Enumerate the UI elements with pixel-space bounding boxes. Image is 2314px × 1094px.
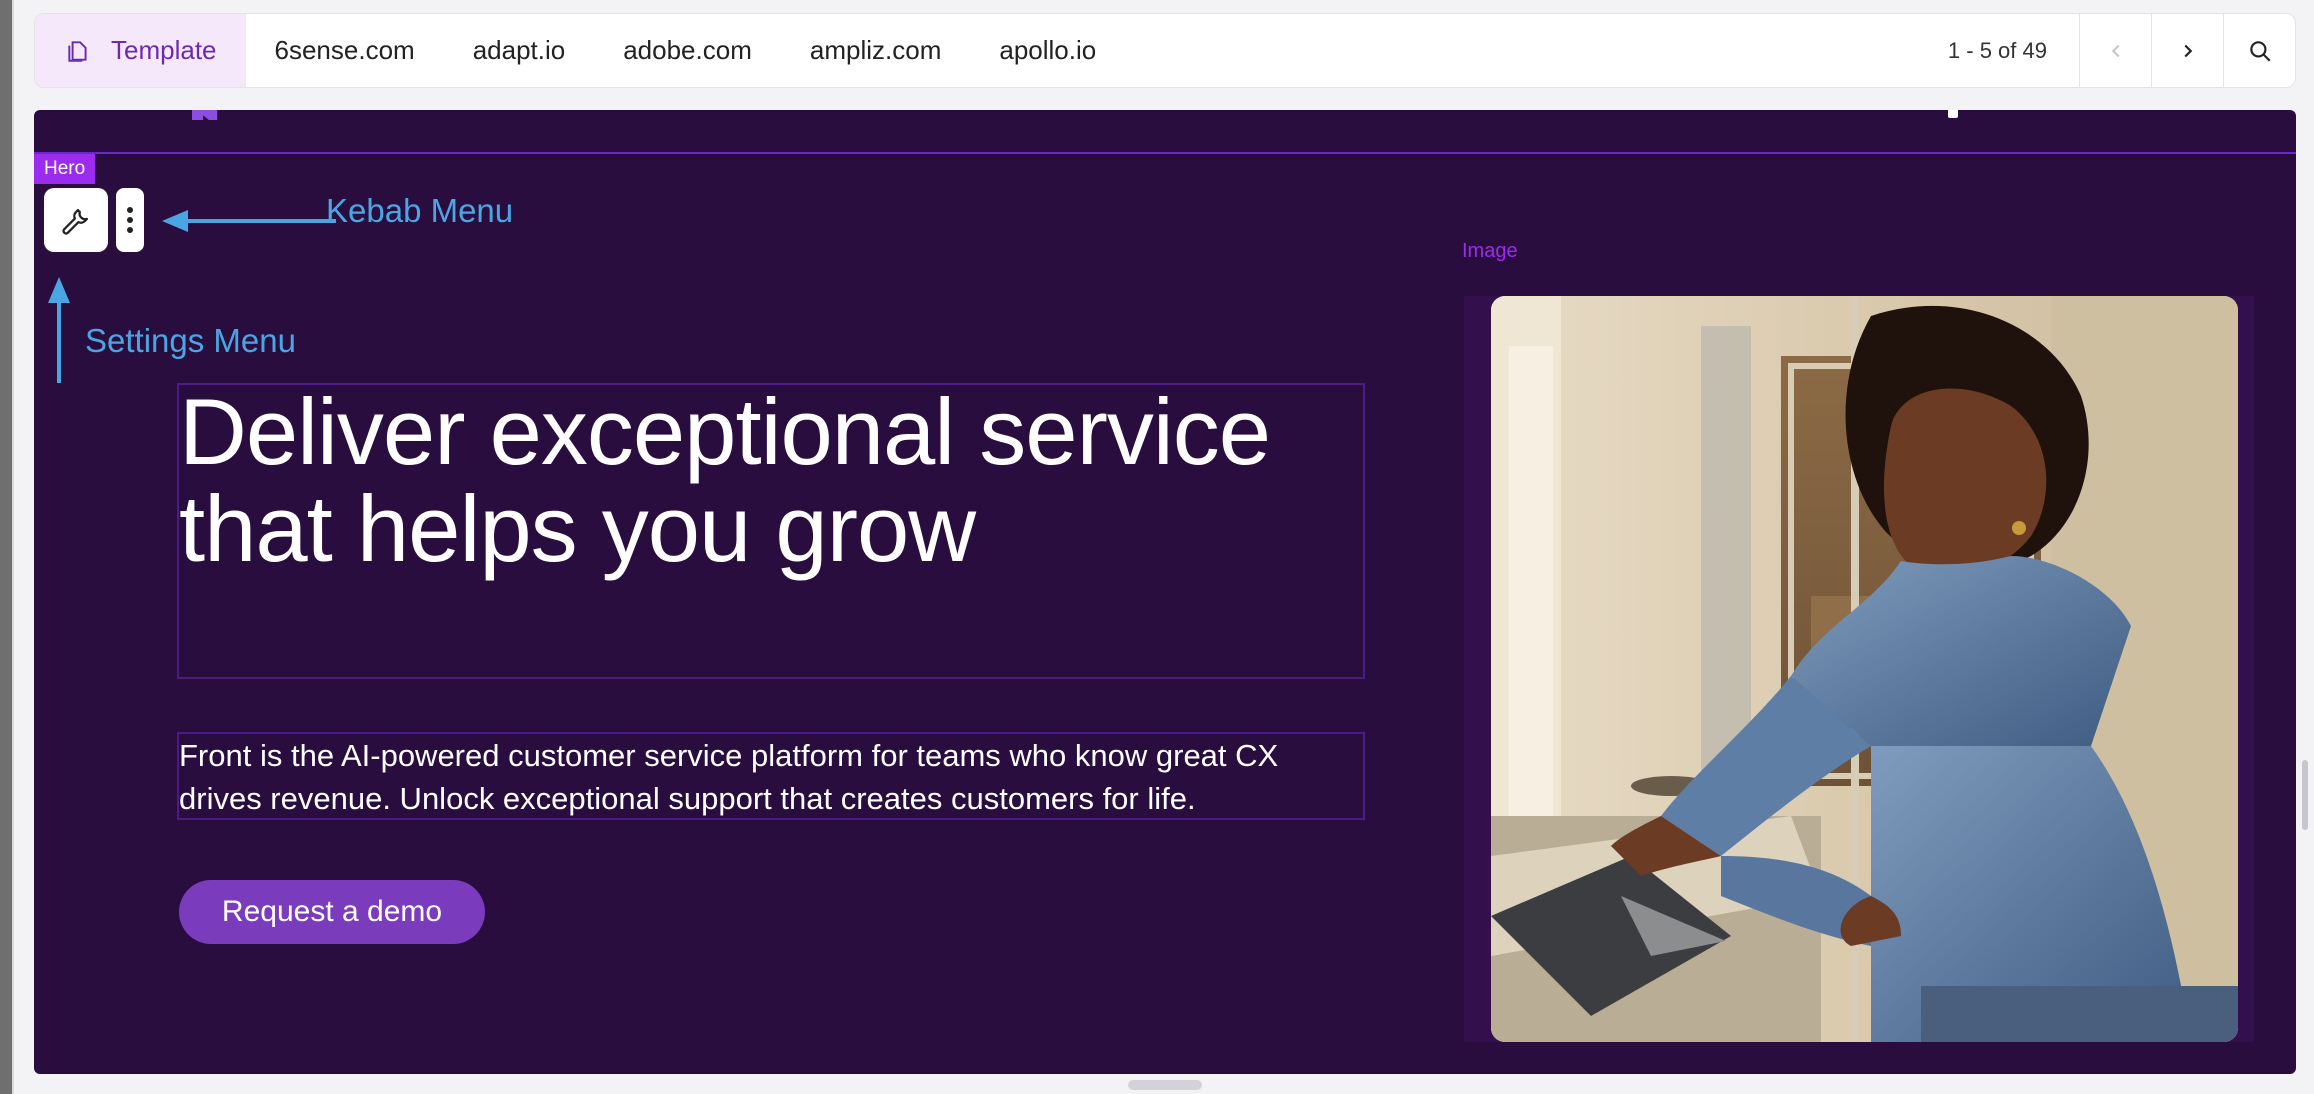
- kebab-menu-button[interactable]: [116, 188, 144, 252]
- template-icon: [68, 40, 87, 62]
- annotation-arrow-kebab: [162, 210, 336, 232]
- pagination-status: 1 - 5 of 49: [1947, 37, 2047, 63]
- settings-menu-button[interactable]: [44, 188, 108, 252]
- image-block-label: Image: [1462, 240, 1518, 262]
- wrench-icon: [62, 208, 89, 235]
- tab-6sense[interactable]: 6sense.com: [246, 14, 444, 87]
- kebab-icon: [127, 207, 133, 233]
- hero-subtext: Front is the AI-powered customer service…: [179, 738, 1279, 816]
- tab-adapt[interactable]: adapt.io: [444, 14, 595, 87]
- hero-photo-illustration: [1491, 296, 2238, 1042]
- search-button[interactable]: [2223, 14, 2295, 87]
- tab-label: adobe.com: [623, 35, 752, 65]
- tab-apollo[interactable]: apollo.io: [970, 14, 1125, 87]
- tab-adobe[interactable]: adobe.com: [594, 14, 781, 87]
- annotation-label-settings: Settings Menu: [85, 322, 296, 359]
- chevron-left-icon: [2111, 44, 2119, 57]
- next-page-button[interactable]: [2151, 14, 2223, 87]
- tab-label: ampliz.com: [809, 35, 942, 65]
- request-demo-button[interactable]: Request a demo: [179, 880, 485, 944]
- tab-label: adapt.io: [472, 35, 566, 65]
- annotation-label-kebab: Kebab Menu: [326, 192, 514, 229]
- hero-headline: Deliver exceptional service that helps y…: [179, 379, 1271, 581]
- tab-template[interactable]: Template: [35, 14, 246, 87]
- site-tabs-toolbar: Template 6sense.com adapt.io adobe.com a…: [34, 13, 2296, 88]
- tab-label: Template: [111, 35, 217, 65]
- hero-image[interactable]: [1491, 296, 2238, 1042]
- tab-ampliz[interactable]: ampliz.com: [781, 14, 970, 87]
- header-nav-fragment: [1948, 110, 1958, 118]
- previous-page-button[interactable]: [2079, 14, 2151, 87]
- chevron-right-icon: [2183, 44, 2192, 57]
- window-edge: [0, 0, 12, 1094]
- app-window: Template 6sense.com adapt.io adobe.com a…: [0, 0, 2314, 1094]
- tab-label: apollo.io: [999, 35, 1097, 65]
- section-tag-hero: Hero: [34, 154, 96, 184]
- tab-label: 6sense.com: [274, 35, 415, 65]
- resize-handle[interactable]: [1128, 1080, 1202, 1090]
- annotation-arrow-settings: [48, 277, 70, 383]
- window-edge-divider: [12, 0, 14, 1094]
- vertical-scrollbar-thumb[interactable]: [2302, 760, 2308, 830]
- search-icon: [2249, 40, 2271, 62]
